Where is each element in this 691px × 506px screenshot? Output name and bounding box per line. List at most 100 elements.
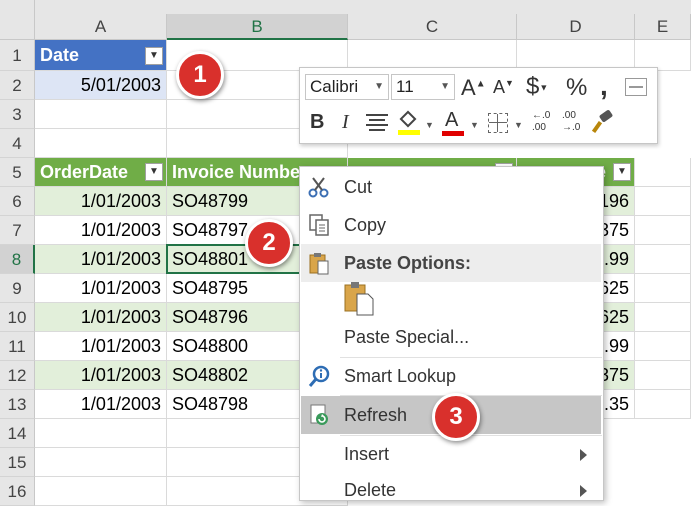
row-header-14[interactable]: 14 — [0, 419, 35, 448]
invoice-cell-value: SO48798 — [172, 394, 249, 414]
row-header-4[interactable]: 4 — [0, 129, 35, 158]
cell-a15[interactable] — [35, 448, 167, 477]
borders-icon[interactable] — [488, 113, 508, 133]
row-header-8[interactable]: 8 — [0, 245, 35, 274]
menu-label-delete: Delete — [344, 480, 397, 500]
menu-item-cut[interactable]: Cut — [301, 168, 601, 206]
row-header-2[interactable]: 2 — [0, 71, 35, 100]
date-filter-dropdown[interactable]: ▼ — [145, 47, 163, 65]
callout-badge-2: 2 — [245, 219, 293, 267]
orderdate-cell[interactable]: 1/01/2003 — [35, 216, 167, 245]
paste-options-header: Paste Options: — [301, 244, 601, 282]
row-header-1[interactable]: 1 — [0, 40, 35, 71]
cell-e[interactable] — [635, 332, 691, 361]
cell-a4[interactable] — [35, 129, 167, 158]
chevron-down-icon[interactable]: ▼ — [425, 120, 434, 130]
column-header-e[interactable]: E — [635, 14, 691, 40]
font-name-combobox[interactable]: Calibri ▼ — [305, 74, 389, 100]
invoice-header-label: Invoice Numbe — [172, 162, 301, 182]
paste-options-label: Paste Options: — [344, 253, 472, 273]
increase-decimal-icon[interactable]: ←.0 .00 — [532, 110, 550, 134]
row-header-5[interactable]: 5 — [0, 158, 35, 187]
mini-format-toolbar: Calibri ▼ 11 ▼ A▲ A▼ $▼ % , B I ▼ A ▼ ▼ … — [299, 67, 658, 144]
column-header-a[interactable]: A — [35, 14, 167, 40]
cell-e[interactable] — [635, 303, 691, 332]
orderdate-cell[interactable]: 1/01/2003 — [35, 361, 167, 390]
row-header-16[interactable]: 16 — [0, 477, 35, 506]
date-value-cell[interactable]: 5/01/2003 — [35, 71, 167, 100]
bold-button[interactable]: B — [310, 111, 324, 134]
row-header-3[interactable]: 3 — [0, 100, 35, 129]
cell-e[interactable] — [635, 274, 691, 303]
fill-color-icon[interactable] — [398, 110, 420, 137]
column-d-filter-dropdown[interactable]: ▼ — [613, 163, 631, 181]
currency-format-icon[interactable]: $▼ — [526, 73, 548, 101]
cell-a16[interactable] — [35, 477, 167, 506]
select-all-corner[interactable] — [0, 0, 35, 40]
invoice-cell-value: SO48796 — [172, 307, 249, 327]
row-header-11[interactable]: 11 — [0, 332, 35, 361]
cell-e5[interactable] — [635, 158, 691, 187]
increase-font-size-icon[interactable]: A▲ — [461, 75, 486, 101]
menu-label-insert: Insert — [344, 444, 390, 464]
cell-e[interactable] — [635, 245, 691, 274]
menu-item-paste-special[interactable]: Paste Special... — [301, 318, 601, 356]
row-header-7[interactable]: 7 — [0, 216, 35, 245]
currency-glyph: $ — [526, 73, 540, 100]
font-size-combobox[interactable]: 11 ▼ — [391, 74, 455, 100]
percent-format-icon[interactable]: % — [566, 74, 587, 102]
column-d-cell-value: .35 — [603, 394, 629, 414]
column-header-c[interactable]: C — [348, 14, 517, 40]
italic-button[interactable]: I — [342, 111, 349, 134]
cell-e[interactable] — [635, 361, 691, 390]
row-header-15[interactable]: 15 — [0, 448, 35, 477]
orderdate-cell-value: 1/01/2003 — [80, 249, 161, 269]
cell-e[interactable] — [635, 216, 691, 245]
column-d-cell-value: .99 — [603, 249, 629, 269]
comma-style-icon[interactable]: , — [600, 70, 608, 102]
font-color-icon[interactable]: A — [442, 109, 464, 137]
chevron-down-icon[interactable]: ▼ — [514, 120, 523, 130]
row-header-13[interactable]: 13 — [0, 390, 35, 419]
cell-e[interactable] — [635, 390, 691, 419]
paste-default-icon[interactable] — [342, 280, 376, 316]
font-size-value: 11 — [396, 77, 414, 96]
orderdate-header-label: OrderDate — [40, 162, 129, 182]
align-center-icon[interactable] — [366, 114, 388, 134]
decrease-font-size-icon[interactable]: A▼ — [493, 77, 514, 98]
invoice-cell-value: SO48799 — [172, 191, 249, 211]
orderdate-cell-value: 1/01/2003 — [80, 278, 161, 298]
decrease-decimal-icon[interactable]: .00 →.0 — [562, 110, 580, 134]
row-header-9[interactable]: 9 — [0, 274, 35, 303]
menu-item-copy[interactable]: Copy — [301, 206, 601, 244]
orderdate-cell[interactable]: 1/01/2003 — [35, 303, 167, 332]
column-header-b[interactable]: B — [167, 14, 348, 40]
context-menu: Cut Copy Paste Options: Paste Special...… — [299, 166, 604, 501]
orderdate-cell[interactable]: 1/01/2003 — [35, 390, 167, 419]
orderdate-cell[interactable]: 1/01/2003 — [35, 187, 167, 216]
chevron-down-icon[interactable]: ▼ — [470, 120, 479, 130]
callout-badge-1: 1 — [176, 51, 224, 99]
cell-e[interactable] — [635, 187, 691, 216]
refresh-icon — [310, 404, 328, 425]
orderdate-cell[interactable]: 1/01/2003 — [35, 274, 167, 303]
orderdate-cell[interactable]: 1/01/2003 — [35, 332, 167, 361]
menu-item-insert[interactable]: Insert — [301, 435, 601, 473]
row-header-10[interactable]: 10 — [0, 303, 35, 332]
format-painter-icon[interactable] — [591, 109, 614, 134]
copy-icon — [309, 214, 329, 236]
menu-item-smart-lookup[interactable]: Smart Lookup — [301, 357, 601, 395]
scissors-icon — [308, 177, 329, 198]
column-header-d[interactable]: D — [517, 14, 635, 40]
invoice-cell-value: SO48800 — [172, 336, 249, 356]
cell-a14[interactable] — [35, 419, 167, 448]
merge-center-icon[interactable] — [625, 78, 647, 96]
row-header-12[interactable]: 12 — [0, 361, 35, 390]
orderdate-filter-dropdown[interactable]: ▼ — [145, 163, 163, 181]
row-header-6[interactable]: 6 — [0, 187, 35, 216]
font-color-glyph: A — [445, 109, 459, 131]
orderdate-cell-value: 1/01/2003 — [80, 394, 161, 414]
menu-item-delete[interactable]: Delete — [301, 471, 601, 500]
cell-a3[interactable] — [35, 100, 167, 129]
orderdate-cell[interactable]: 1/01/2003 — [35, 245, 167, 274]
